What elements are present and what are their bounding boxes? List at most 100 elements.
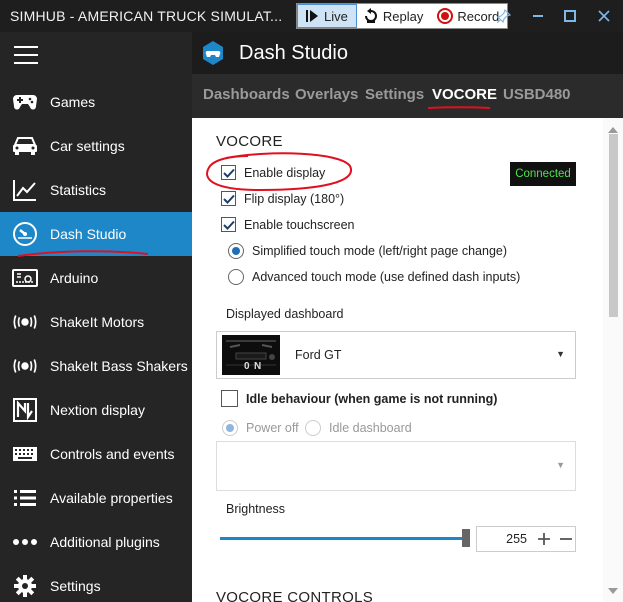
enable-touchscreen-checkbox[interactable]: Enable touchscreen <box>221 217 355 232</box>
sidebar-item-games[interactable]: Games <box>0 80 192 124</box>
minus-icon[interactable] <box>557 529 575 549</box>
chart-line-icon <box>12 177 38 203</box>
nextion-icon <box>12 397 38 423</box>
arduino-board-icon <box>12 265 38 291</box>
tab-overlays[interactable]: Overlays <box>295 86 358 103</box>
vertical-scrollbar[interactable] <box>603 118 623 602</box>
sidebar-item-label: Nextion display <box>50 402 145 418</box>
flip-display-checkbox[interactable]: Flip display (180°) <box>221 191 344 206</box>
scroll-up-icon[interactable] <box>608 122 618 133</box>
dashboard-thumbnail: 0 N <box>222 335 280 375</box>
page-title: Dash Studio <box>239 42 348 64</box>
vocore-settings-panel: VOCORE Enable display Connected Flip dis… <box>192 118 623 602</box>
simplified-touch-mode-label: Simplified touch mode (left/right page c… <box>252 244 508 258</box>
brightness-label: Brightness <box>226 502 286 516</box>
sidebar-item-label: Additional plugins <box>50 534 160 550</box>
scrollbar-thumb[interactable] <box>609 134 618 317</box>
thumbnail-gear-text: 0 <box>244 361 250 372</box>
chevron-down-icon: ▼ <box>556 460 565 470</box>
sidebar-item-settings[interactable]: Settings <box>0 564 192 602</box>
enable-touchscreen-label: Enable touchscreen <box>244 217 355 232</box>
record-icon <box>437 8 454 24</box>
tab-vocore[interactable]: VOCORE <box>432 86 497 103</box>
power-off-label: Power off <box>246 421 299 435</box>
live-label: Live <box>324 8 348 24</box>
pin-icon[interactable] <box>488 0 520 32</box>
idle-dashboard-radio[interactable]: Idle dashboard <box>305 420 412 436</box>
sidebar-item-controls-and-events[interactable]: Controls and events <box>0 432 192 476</box>
sidebar-item-label: Controls and events <box>50 446 175 462</box>
radio-unselected-icon <box>305 420 321 436</box>
tab-bar: Dashboards Overlays Settings VOCORE USBD… <box>192 74 623 118</box>
idle-dashboard-select[interactable]: ▼ <box>216 441 576 491</box>
checkbox-checked-icon <box>221 165 236 180</box>
scroll-down-icon[interactable] <box>608 583 618 594</box>
sidebar-item-shakeit-motors[interactable]: ShakeIt Motors <box>0 300 192 344</box>
maximize-icon[interactable] <box>554 0 586 32</box>
sidebar-item-arduino[interactable]: Arduino <box>0 256 192 300</box>
sidebar-item-label: Games <box>50 94 96 110</box>
car-icon <box>12 133 38 159</box>
enable-display-label: Enable display <box>244 165 326 180</box>
idle-dashboard-label: Idle dashboard <box>329 421 412 435</box>
plus-icon[interactable] <box>535 529 553 549</box>
sidebar-item-label: Statistics <box>50 182 107 198</box>
thumbnail-neutral-text: N <box>254 361 262 372</box>
sidebar-item-label: Dash Studio <box>50 226 127 242</box>
vocore-controls-section-title: VOCORE CONTROLS <box>216 589 374 602</box>
gamepad-icon <box>12 89 38 115</box>
sidebar-item-available-properties[interactable]: Available properties <box>0 476 192 520</box>
window-title: SIMHUB - AMERICAN TRUCK SIMULAT... <box>10 8 283 24</box>
sidebar-item-car-settings[interactable]: Car settings <box>0 124 192 168</box>
sidebar-item-label: ShakeIt Bass Shakers <box>50 358 188 374</box>
power-off-radio[interactable]: Power off <box>222 420 299 436</box>
replay-icon <box>363 8 379 24</box>
close-icon[interactable] <box>588 0 620 32</box>
brightness-stepper: 255 <box>476 526 576 552</box>
gauge-icon <box>12 221 38 247</box>
advanced-touch-mode-label: Advanced touch mode (use defined dash in… <box>252 270 521 284</box>
minimize-icon[interactable] <box>522 0 554 32</box>
idle-behaviour-checkbox[interactable]: Idle behaviour (when game is not running… <box>221 390 497 407</box>
advanced-touch-mode-radio[interactable]: Advanced touch mode (use defined dash in… <box>228 269 520 285</box>
brightness-slider-handle[interactable] <box>462 529 470 547</box>
checkbox-checked-icon <box>221 217 236 232</box>
list-icon <box>12 485 38 511</box>
brightness-value[interactable]: 255 <box>477 532 527 546</box>
sidebar-item-dash-studio[interactable]: Dash Studio <box>0 212 192 256</box>
replay-label: Replay <box>382 8 424 24</box>
vibration-icon <box>12 353 38 379</box>
hamburger-menu-icon[interactable] <box>14 46 38 64</box>
sidebar-item-label: Car settings <box>50 138 125 154</box>
sidebar-item-nextion-display[interactable]: Nextion display <box>0 388 192 432</box>
tab-dashboards[interactable]: Dashboards <box>203 86 290 103</box>
replay-button[interactable]: Replay <box>357 4 431 28</box>
flip-display-label: Flip display (180°) <box>244 191 345 206</box>
idle-behaviour-label: Idle behaviour (when game is not running… <box>246 391 498 406</box>
sidebar-item-label: Settings <box>50 578 101 594</box>
gamepad-logo-icon <box>202 40 224 66</box>
sidebar-item-additional-plugins[interactable]: Additional plugins <box>0 520 192 564</box>
gear-icon <box>12 573 38 599</box>
sidebar-item-shakeit-bass-shakers[interactable]: ShakeIt Bass Shakers <box>0 344 192 388</box>
brightness-slider-track[interactable] <box>220 537 466 540</box>
sidebar: Games Car settings Statistics Dash Studi… <box>0 32 192 602</box>
tab-settings[interactable]: Settings <box>365 86 424 103</box>
displayed-dashboard-select[interactable]: 0 N Ford GT ▼ <box>216 331 576 379</box>
page-header: Dash Studio <box>192 32 623 74</box>
chevron-down-icon: ▼ <box>556 349 565 359</box>
displayed-dashboard-label: Displayed dashboard <box>226 307 344 321</box>
vibration-icon <box>12 309 38 335</box>
sidebar-item-statistics[interactable]: Statistics <box>0 168 192 212</box>
simplified-touch-mode-radio[interactable]: Simplified touch mode (left/right page c… <box>228 243 507 259</box>
tab-usbd480[interactable]: USBD480 <box>503 86 571 103</box>
radio-selected-icon <box>228 243 244 259</box>
live-button[interactable]: Live <box>297 4 357 28</box>
radio-unselected-icon <box>228 269 244 285</box>
sidebar-item-label: ShakeIt Motors <box>50 314 145 330</box>
keyboard-icon <box>12 441 38 467</box>
title-bar: SIMHUB - AMERICAN TRUCK SIMULAT... Live … <box>0 0 623 32</box>
section-title: VOCORE <box>216 133 283 150</box>
enable-display-checkbox[interactable]: Enable display <box>221 165 325 180</box>
play-icon <box>304 8 320 24</box>
